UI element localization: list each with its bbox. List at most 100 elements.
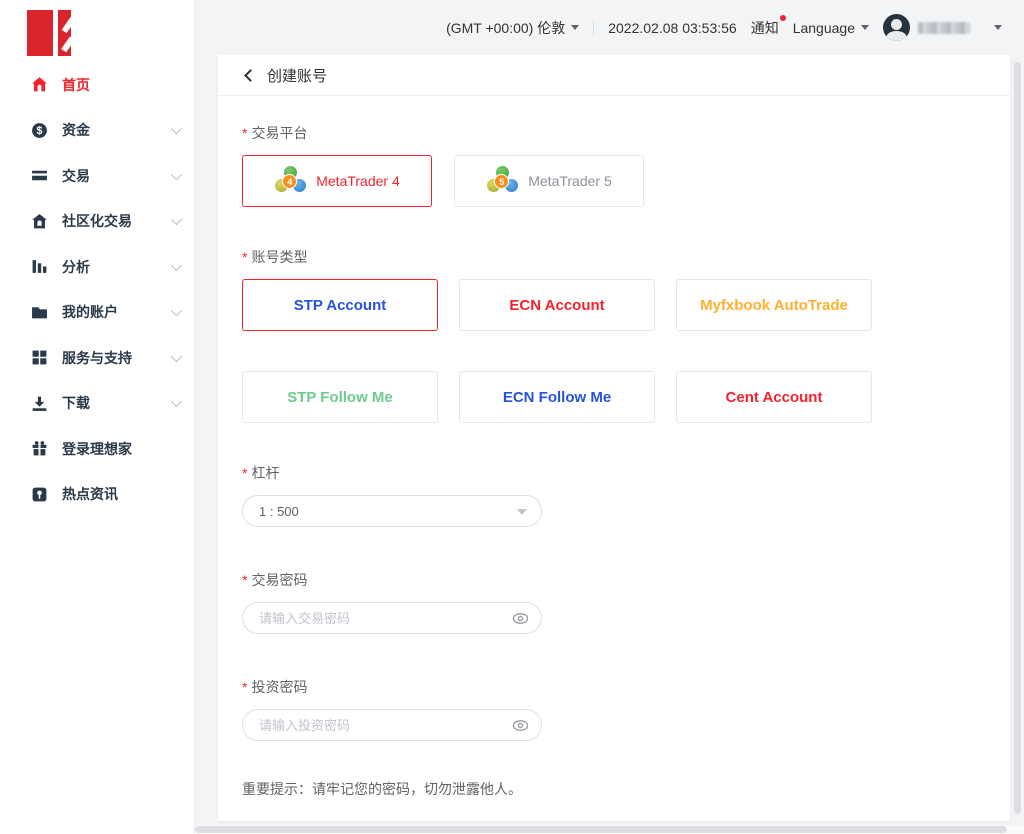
avatar: [883, 14, 910, 41]
my-accounts-icon: [30, 303, 48, 321]
chevron-down-icon: [171, 260, 182, 271]
sidebar-item-ideal-home[interactable]: 登录理想家: [0, 426, 195, 472]
timezone-selector[interactable]: (GMT +00:00) 伦敦: [446, 18, 579, 38]
language-label: Language: [793, 20, 855, 36]
horizontal-scrollbar[interactable]: [195, 826, 1007, 833]
account-type-row-1: STP Account ECN Account Myfxbook AutoTra…: [242, 279, 982, 331]
horizontal-scrollbar-track: [195, 825, 1024, 834]
platform-option-mt5[interactable]: 5 MetaTrader 5: [454, 155, 644, 207]
funds-icon: $: [30, 121, 48, 139]
sidebar-menu: 首页 $ 资金 交易 社区化交易 分析: [0, 62, 195, 517]
chevron-down-icon: [171, 123, 182, 134]
sidebar-item-my-accounts[interactable]: 我的账户: [0, 290, 195, 336]
trade-password-label-text: 交易密码: [251, 570, 307, 590]
avatar-head: [891, 19, 902, 30]
sidebar-item-label: 下载: [62, 393, 90, 413]
user-menu[interactable]: [883, 14, 970, 41]
page-title: 创建账号: [267, 65, 327, 86]
caret-down-icon: [517, 509, 527, 515]
community-trade-icon: [30, 212, 48, 230]
sidebar-item-support[interactable]: 服务与支持: [0, 335, 195, 381]
trade-icon: [30, 167, 48, 185]
page-header-back[interactable]: 创建账号: [218, 55, 1010, 96]
username-redacted: [918, 22, 970, 34]
account-type-ecn[interactable]: ECN Account: [459, 279, 655, 331]
back-icon: [244, 69, 257, 82]
sidebar-item-label: 登录理想家: [62, 439, 132, 459]
vertical-scrollbar[interactable]: [1014, 62, 1021, 814]
sidebar-item-analysis[interactable]: 分析: [0, 244, 195, 290]
account-type-stp-follow[interactable]: STP Follow Me: [242, 371, 438, 423]
caret-down-icon: [571, 25, 579, 30]
leverage-label-text: 杠杆: [251, 463, 279, 483]
leverage-select[interactable]: 1 : 500: [242, 495, 542, 527]
support-icon: [30, 349, 48, 367]
home-icon: [30, 76, 48, 94]
download-icon: [30, 394, 48, 412]
app-window: 首页 $ 资金 交易 社区化交易 分析: [0, 0, 1024, 834]
sidebar-item-label: 我的账户: [62, 302, 118, 322]
chevron-down-icon: [171, 351, 182, 362]
sidebar-item-hot-news[interactable]: 热点资讯: [0, 472, 195, 518]
sidebar-item-label: 热点资讯: [62, 484, 118, 504]
eye-icon[interactable]: [512, 610, 529, 627]
avatar-body: [886, 31, 907, 41]
sidebar-item-label: 交易: [62, 166, 90, 186]
account-type-ecn-follow[interactable]: ECN Follow Me: [459, 371, 655, 423]
sidebar-item-download[interactable]: 下载: [0, 381, 195, 427]
logo-shape: [61, 37, 75, 53]
caret-down-icon: [861, 25, 869, 30]
news-icon: [30, 485, 48, 503]
logo-shape: [53, 10, 58, 56]
create-account-card: 创建账号 * 交易平台 4 MetaTrader 4: [218, 55, 1010, 821]
required-asterisk: *: [242, 465, 247, 481]
language-selector[interactable]: Language: [793, 20, 869, 36]
leverage-value: 1 : 500: [259, 504, 299, 519]
server-datetime: 2022.02.08 03:53:56: [608, 20, 736, 36]
account-type-stp[interactable]: STP Account: [242, 279, 438, 331]
brand-logo[interactable]: [27, 10, 71, 56]
chevron-down-icon: [171, 214, 182, 225]
password-warning-text: 重要提示：请牢记您的密码，切勿泄露他人。: [242, 779, 982, 799]
account-type-cent[interactable]: Cent Account: [676, 371, 872, 423]
platform-options: 4 MetaTrader 4 5 MetaTrader 5: [242, 155, 982, 207]
trade-password-wrap: [242, 602, 542, 634]
required-asterisk: *: [242, 679, 247, 695]
sidebar-item-label: 服务与支持: [62, 348, 132, 368]
analysis-icon: [30, 258, 48, 276]
chevron-down-icon: [171, 169, 182, 180]
sidebar-item-label: 社区化交易: [62, 211, 132, 231]
leverage-label: * 杠杆: [242, 463, 982, 483]
create-account-form: * 交易平台 4 MetaTrader 4 5 MetaTrader 5: [218, 123, 1010, 834]
platform-label-text: 交易平台: [251, 123, 307, 143]
required-asterisk: *: [242, 249, 247, 265]
notification-dot: [780, 15, 786, 21]
caret-down-icon[interactable]: [994, 25, 1002, 30]
account-type-myfxbook[interactable]: Myfxbook AutoTrade: [676, 279, 872, 331]
platform-option-label: MetaTrader 5: [528, 173, 612, 189]
sidebar-item-community-trade[interactable]: 社区化交易: [0, 199, 195, 245]
sidebar-item-label: 分析: [62, 257, 90, 277]
sidebar-item-home[interactable]: 首页: [0, 62, 195, 108]
investor-password-label-text: 投资密码: [251, 677, 307, 697]
account-type-label-text: 账号类型: [251, 247, 307, 267]
sidebar-item-label: 资金: [62, 120, 90, 140]
trade-password-input[interactable]: [242, 602, 542, 634]
account-type-row-2: STP Follow Me ECN Follow Me Cent Account: [242, 371, 982, 423]
investor-password-wrap: [242, 709, 542, 741]
chevron-down-icon: [171, 396, 182, 407]
sidebar-item-trade[interactable]: 交易: [0, 153, 195, 199]
sidebar: 首页 $ 资金 交易 社区化交易 分析: [0, 0, 195, 834]
investor-password-label: * 投资密码: [242, 677, 982, 697]
divider: [593, 20, 594, 36]
investor-password-input[interactable]: [242, 709, 542, 741]
topbar: (GMT +00:00) 伦敦 2022.02.08 03:53:56 通知 L…: [195, 0, 1024, 55]
gift-icon: [30, 440, 48, 458]
platform-option-mt4[interactable]: 4 MetaTrader 4: [242, 155, 432, 207]
notifications-label: 通知: [751, 20, 779, 36]
eye-icon[interactable]: [512, 717, 529, 734]
sidebar-item-label: 首页: [62, 75, 90, 95]
required-asterisk: *: [242, 125, 247, 141]
sidebar-item-funds[interactable]: $ 资金: [0, 108, 195, 154]
notifications-button[interactable]: 通知: [751, 18, 779, 38]
